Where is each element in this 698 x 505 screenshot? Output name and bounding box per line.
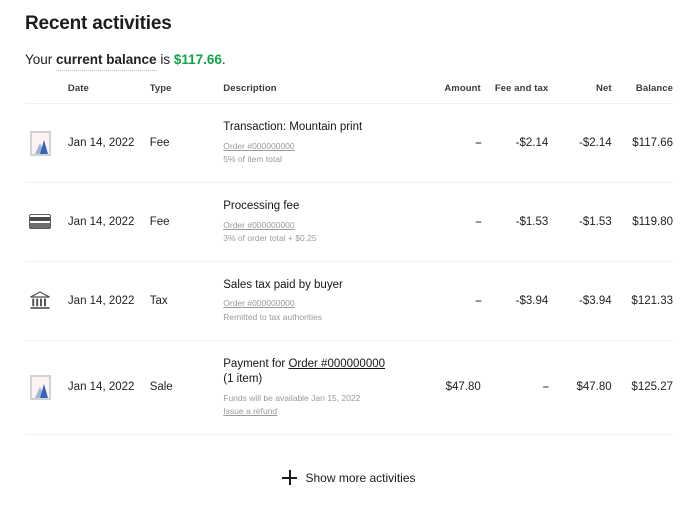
order-number-link[interactable]: Order #000000000 [288, 358, 385, 370]
row-date: Jan 14, 2022 [67, 260, 150, 341]
row-description-sub-2: 5% of item total [223, 153, 282, 164]
row-icon-cell [25, 103, 68, 183]
plus-icon [282, 470, 298, 486]
row-balance: $117.66 [611, 103, 673, 183]
column-header-net: Net [596, 83, 612, 95]
row-description-title: Transaction: Mountain print [223, 120, 421, 136]
row-description: Payment for Order #000000000 (1 item) Fund… [223, 339, 422, 436]
column-header-fee-and-tax: Fee and tax [494, 83, 549, 95]
bank-building-glyph [30, 291, 50, 309]
table-row[interactable]: Jan 14, 2022 Tax Sales tax paid by buyer Or… [25, 260, 673, 341]
recent-activities-page: Recent activities Your current balance i… [0, 0, 698, 505]
row-description-title-text: Sales tax paid by buyer [223, 278, 343, 291]
row-balance: $119.80 [611, 182, 673, 262]
bank-icon [25, 286, 55, 316]
table-row[interactable]: Jan 14, 2022 Fee Processing fee Order #0000… [25, 182, 673, 262]
row-description-sub-2: 3% of order total + $0.25 [223, 232, 317, 243]
row-description-sub-1-link[interactable]: Order #000000000 [223, 140, 421, 153]
column-header-type: Type [149, 83, 172, 95]
row-balance: $121.33 [611, 260, 673, 341]
row-description-title: Sales tax paid by buyer [223, 278, 421, 294]
row-net: -$3.94 [548, 260, 612, 341]
row-description: Transaction: Mountain print Order #000000… [223, 103, 422, 183]
row-icon-cell [25, 339, 68, 436]
show-more-activities-button[interactable]: Show more activities [282, 470, 416, 486]
row-description-sub-2: Remitted to tax authorities [223, 311, 323, 322]
row-type: Sale [149, 339, 224, 436]
current-balance-label: current balance [56, 52, 157, 71]
balance-prefix: Your [25, 52, 57, 67]
row-date: Jan 14, 2022 [67, 103, 150, 183]
current-balance-statement: Your current balance is $117.66. [25, 52, 673, 71]
credit-card-glyph [29, 214, 51, 230]
picture-thumbnail-image [29, 130, 51, 156]
row-fee-and-tax: -- [480, 339, 549, 436]
row-type: Fee [149, 103, 224, 183]
picture-thumbnail-icon [25, 372, 55, 402]
row-icon-cell [25, 260, 68, 341]
row-description-title: Payment for Order #000000000 (1 item) [223, 357, 421, 388]
table-header-row: Date Type Description Amount Fee and tax… [25, 83, 673, 104]
row-description-title-text: Processing fee [223, 200, 300, 213]
row-description-title-line2: (1 item) [223, 373, 263, 386]
row-date: Jan 14, 2022 [67, 339, 150, 436]
row-fee-and-tax: -$1.53 [480, 182, 549, 262]
column-header-balance: Balance [635, 83, 673, 95]
page-title: Recent activities [25, 13, 172, 34]
table-row[interactable]: Jan 14, 2022 Fee Transaction: Mountain pri… [25, 103, 673, 183]
row-net: $47.80 [548, 339, 612, 436]
row-description-title: Processing fee [223, 199, 421, 215]
picture-thumbnail-icon [25, 128, 55, 158]
column-header-description: Description [223, 83, 277, 95]
show-more-activities-label: Show more activities [305, 470, 416, 485]
activities-table: Date Type Description Amount Fee and tax… [25, 83, 673, 436]
picture-thumbnail-image [29, 374, 51, 400]
row-amount: -- [421, 260, 482, 341]
current-balance-amount: $117.66 [173, 52, 222, 67]
row-description-title-text: Transaction: Mountain print [223, 121, 363, 134]
row-amount: $47.80 [421, 339, 481, 436]
row-type: Fee [149, 182, 224, 262]
row-net: -$2.14 [548, 103, 612, 183]
table-header: Date Type Description Amount Fee and tax… [25, 83, 673, 104]
row-description-title-text: Payment for [223, 357, 289, 370]
table-row[interactable]: Jan 14, 2022 Sale Payment for Order #00000… [25, 339, 673, 436]
row-fee-and-tax: -$3.94 [480, 260, 549, 341]
row-type: Tax [149, 260, 224, 341]
row-icon-cell [25, 182, 68, 262]
column-header-icon [25, 83, 68, 104]
table-footer: Show more activities [25, 470, 673, 486]
table-body: Jan 14, 2022 Fee Transaction: Mountain pri… [25, 103, 673, 436]
credit-card-icon [25, 207, 55, 237]
row-description: Sales tax paid by buyer Order #000000000 R… [223, 260, 422, 341]
row-amount: -- [421, 103, 482, 183]
row-balance: $125.27 [611, 339, 673, 436]
row-description: Processing fee Order #000000000 3% of orde… [223, 182, 422, 262]
row-amount: -- [421, 182, 482, 262]
row-net: -$1.53 [548, 182, 612, 262]
row-description-sub-1: Funds will be available Jan 15, 2022 [223, 392, 361, 403]
row-fee-and-tax: -$2.14 [480, 103, 549, 183]
column-header-date: Date [67, 83, 89, 95]
balance-suffix: . [221, 52, 226, 67]
row-date: Jan 14, 2022 [67, 182, 150, 262]
row-description-sub-1-link[interactable]: Order #000000000 [223, 219, 421, 232]
column-header-amount: Amount [444, 83, 481, 95]
balance-mid: is [156, 52, 174, 67]
row-description-sub-2-link[interactable]: Issue a refund [223, 405, 421, 418]
row-description-sub-1-link[interactable]: Order #000000000 [223, 297, 421, 310]
